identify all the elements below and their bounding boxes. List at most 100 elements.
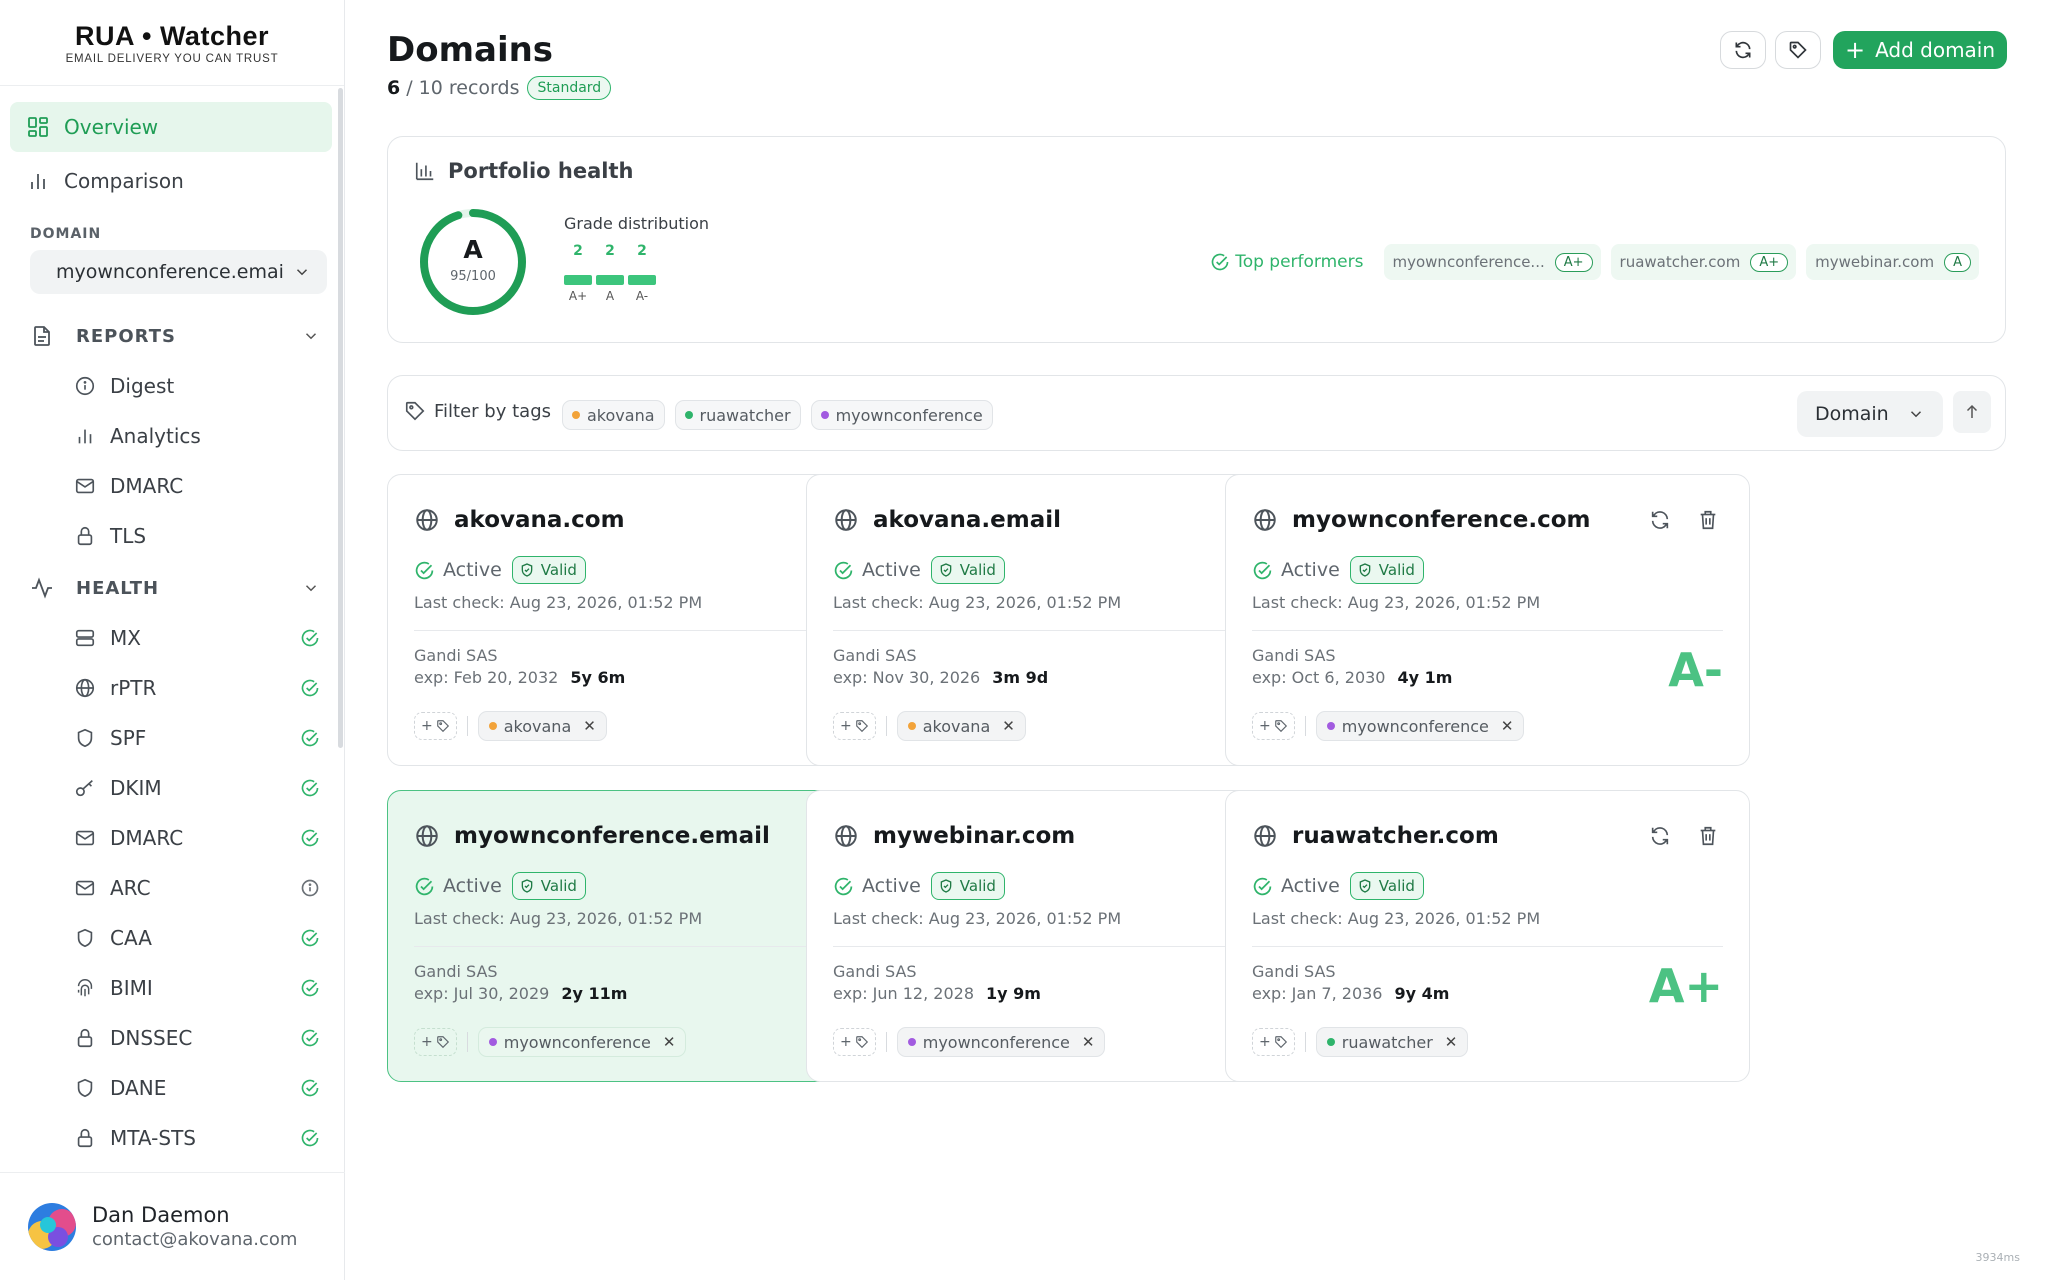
sidebar-item-dmarc[interactable]: DMARC — [74, 818, 330, 858]
remove-tag-icon[interactable]: ✕ — [583, 717, 596, 735]
health-group-toggle[interactable]: HEALTH — [30, 568, 330, 608]
sidebar-item-digest[interactable]: Digest — [74, 366, 330, 406]
nav-overview-label: Overview — [64, 115, 159, 139]
card-header: akovana.email — [833, 507, 1061, 533]
domain-tag[interactable]: myownconference ✕ — [477, 1027, 687, 1057]
filter-tag-list: akovana ruawatcher myownconference — [562, 400, 1003, 430]
top-performer-chip[interactable]: myownconference... A+ — [1383, 244, 1601, 280]
filter-tag-myownconference[interactable]: myownconference — [810, 400, 993, 430]
domain-tag[interactable]: myownconference ✕ — [1315, 711, 1525, 741]
registrar: Gandi SAS — [414, 646, 498, 665]
sidebar-item-caa[interactable]: CAA — [74, 918, 330, 958]
expiry: exp: Nov 30, 2026 3m 9d — [833, 668, 1048, 687]
sidebar-item-analytics[interactable]: Analytics — [74, 416, 330, 456]
tag-color-dot — [907, 1038, 916, 1046]
domain-name[interactable]: myownconference.com — [1292, 507, 1590, 533]
sidebar-item-label: DMARC — [110, 474, 184, 498]
remove-tag-icon[interactable]: ✕ — [1501, 717, 1514, 735]
valid-badge-label: Valid — [959, 877, 996, 895]
domain-tag[interactable]: myownconference ✕ — [896, 1027, 1106, 1057]
add-tag-button[interactable]: + — [833, 712, 876, 740]
add-tag-button[interactable]: + — [414, 1028, 457, 1056]
user-profile[interactable]: Dan Daemon contact@akovana.com — [0, 1172, 345, 1280]
nav-overview[interactable]: Overview — [10, 102, 332, 152]
domain-name[interactable]: myownconference.email — [454, 823, 770, 849]
sidebar-item-dane[interactable]: DANE — [74, 1068, 330, 1108]
grade-dist-a: 2 A — [596, 243, 624, 303]
domain-tag[interactable]: akovana ✕ — [896, 711, 1026, 741]
sidebar-item-arc[interactable]: ARC — [74, 868, 330, 908]
records-current: 6 — [387, 77, 401, 99]
lock-icon — [77, 1128, 93, 1148]
card-header: myownconference.com — [1252, 507, 1590, 533]
add-tag-button[interactable]: + — [414, 712, 457, 740]
add-tag-button[interactable]: + — [1252, 712, 1295, 740]
sidebar-item-mta-sts[interactable]: MTA-STS — [74, 1118, 330, 1158]
sidebar-item-bimi[interactable]: BIMI — [74, 968, 330, 1008]
domain-card[interactable]: myownconference.com Active Valid Last ch… — [1225, 474, 1750, 766]
domain-name[interactable]: akovana.com — [454, 507, 625, 533]
remove-tag-icon[interactable]: ✕ — [1002, 717, 1015, 735]
top-performer-domain: ruawatcher.com — [1619, 253, 1741, 271]
refresh-icon[interactable] — [1649, 825, 1671, 847]
domain-tag[interactable]: akovana ✕ — [477, 711, 607, 741]
domain-select[interactable]: myownconference.emai — [30, 250, 327, 294]
sidebar-item-tls[interactable]: TLS — [74, 516, 330, 556]
domain-name[interactable]: ruawatcher.com — [1292, 823, 1499, 849]
status-row: Active Valid — [414, 872, 586, 900]
card-actions — [1623, 825, 1719, 847]
sidebar-item-spf[interactable]: SPF — [74, 718, 330, 758]
grade-dist-a-minus: 2 A- — [628, 243, 656, 303]
remove-tag-icon[interactable]: ✕ — [663, 1033, 676, 1051]
domain-card[interactable]: ruawatcher.com Active Valid Last check: … — [1225, 790, 1750, 1082]
nav-comparison[interactable]: Comparison — [10, 156, 332, 206]
last-check: Last check: Aug 23, 2026, 01:52 PM — [1252, 909, 1541, 928]
domain-name[interactable]: mywebinar.com — [873, 823, 1075, 849]
brand-logo[interactable]: RUA • Watcher EMAIL DELIVERY YOU CAN TRU… — [0, 0, 344, 86]
info-icon — [75, 376, 95, 396]
refresh-all-button[interactable] — [1720, 31, 1766, 69]
refresh-icon[interactable] — [1649, 509, 1671, 531]
top-performer-chip[interactable]: mywebinar.com A — [1806, 244, 1979, 280]
filter-tag-ruawatcher[interactable]: ruawatcher — [674, 400, 801, 430]
registrar: Gandi SAS — [833, 962, 917, 981]
sidebar-item-dkim[interactable]: DKIM — [74, 768, 330, 808]
manage-tags-button[interactable] — [1775, 31, 1821, 69]
add-tag-button[interactable]: + — [1252, 1028, 1295, 1056]
domain-tag-label: myownconference — [922, 1032, 1070, 1052]
portfolio-health-panel: Portfolio health A 95/100 Grade distribu… — [387, 136, 2006, 343]
valid-badge-label: Valid — [1378, 877, 1415, 895]
trash-icon[interactable] — [1697, 825, 1719, 847]
check-circle-icon — [301, 1129, 319, 1147]
domain-tag[interactable]: ruawatcher ✕ — [1315, 1027, 1469, 1057]
sidebar-item-dmarc-report[interactable]: DMARC — [74, 466, 330, 506]
check-circle-icon — [834, 561, 853, 579]
tag-color-dot — [820, 411, 829, 419]
nav-comparison-label: Comparison — [64, 169, 184, 193]
trash-icon[interactable] — [1697, 509, 1719, 531]
expiry: exp: Oct 6, 2030 4y 1m — [1252, 668, 1452, 687]
remove-tag-icon[interactable]: ✕ — [1445, 1033, 1458, 1051]
sort-direction-button[interactable] — [1953, 391, 1991, 433]
sidebar-scrollbar[interactable] — [338, 88, 343, 748]
expiry-date: exp: Jan 7, 2036 — [1252, 984, 1383, 1003]
sidebar-item-rptr[interactable]: rPTR — [74, 668, 330, 708]
valid-badge-label: Valid — [1378, 561, 1415, 579]
sidebar-item-dnssec[interactable]: DNSSEC — [74, 1018, 330, 1058]
remove-tag-icon[interactable]: ✕ — [1082, 1033, 1095, 1051]
tag-icon — [855, 1036, 868, 1049]
sidebar-item-label: rPTR — [110, 676, 157, 700]
add-domain-button[interactable]: + Add domain — [1833, 31, 2007, 69]
sidebar-item-mx[interactable]: MX — [74, 618, 330, 658]
top-performer-chip[interactable]: ruawatcher.com A+ — [1610, 244, 1797, 280]
reports-group-toggle[interactable]: REPORTS — [30, 316, 330, 356]
last-check: Last check: Aug 23, 2026, 01:52 PM — [833, 909, 1122, 928]
separator — [885, 716, 887, 736]
domain-name[interactable]: akovana.email — [873, 507, 1061, 533]
tag-icon — [855, 720, 868, 733]
globe-icon — [416, 825, 438, 847]
add-tag-button[interactable]: + — [833, 1028, 876, 1056]
filter-tag-akovana[interactable]: akovana — [562, 400, 665, 430]
sort-select[interactable]: Domain — [1797, 391, 1943, 437]
tag-color-dot — [684, 411, 693, 419]
